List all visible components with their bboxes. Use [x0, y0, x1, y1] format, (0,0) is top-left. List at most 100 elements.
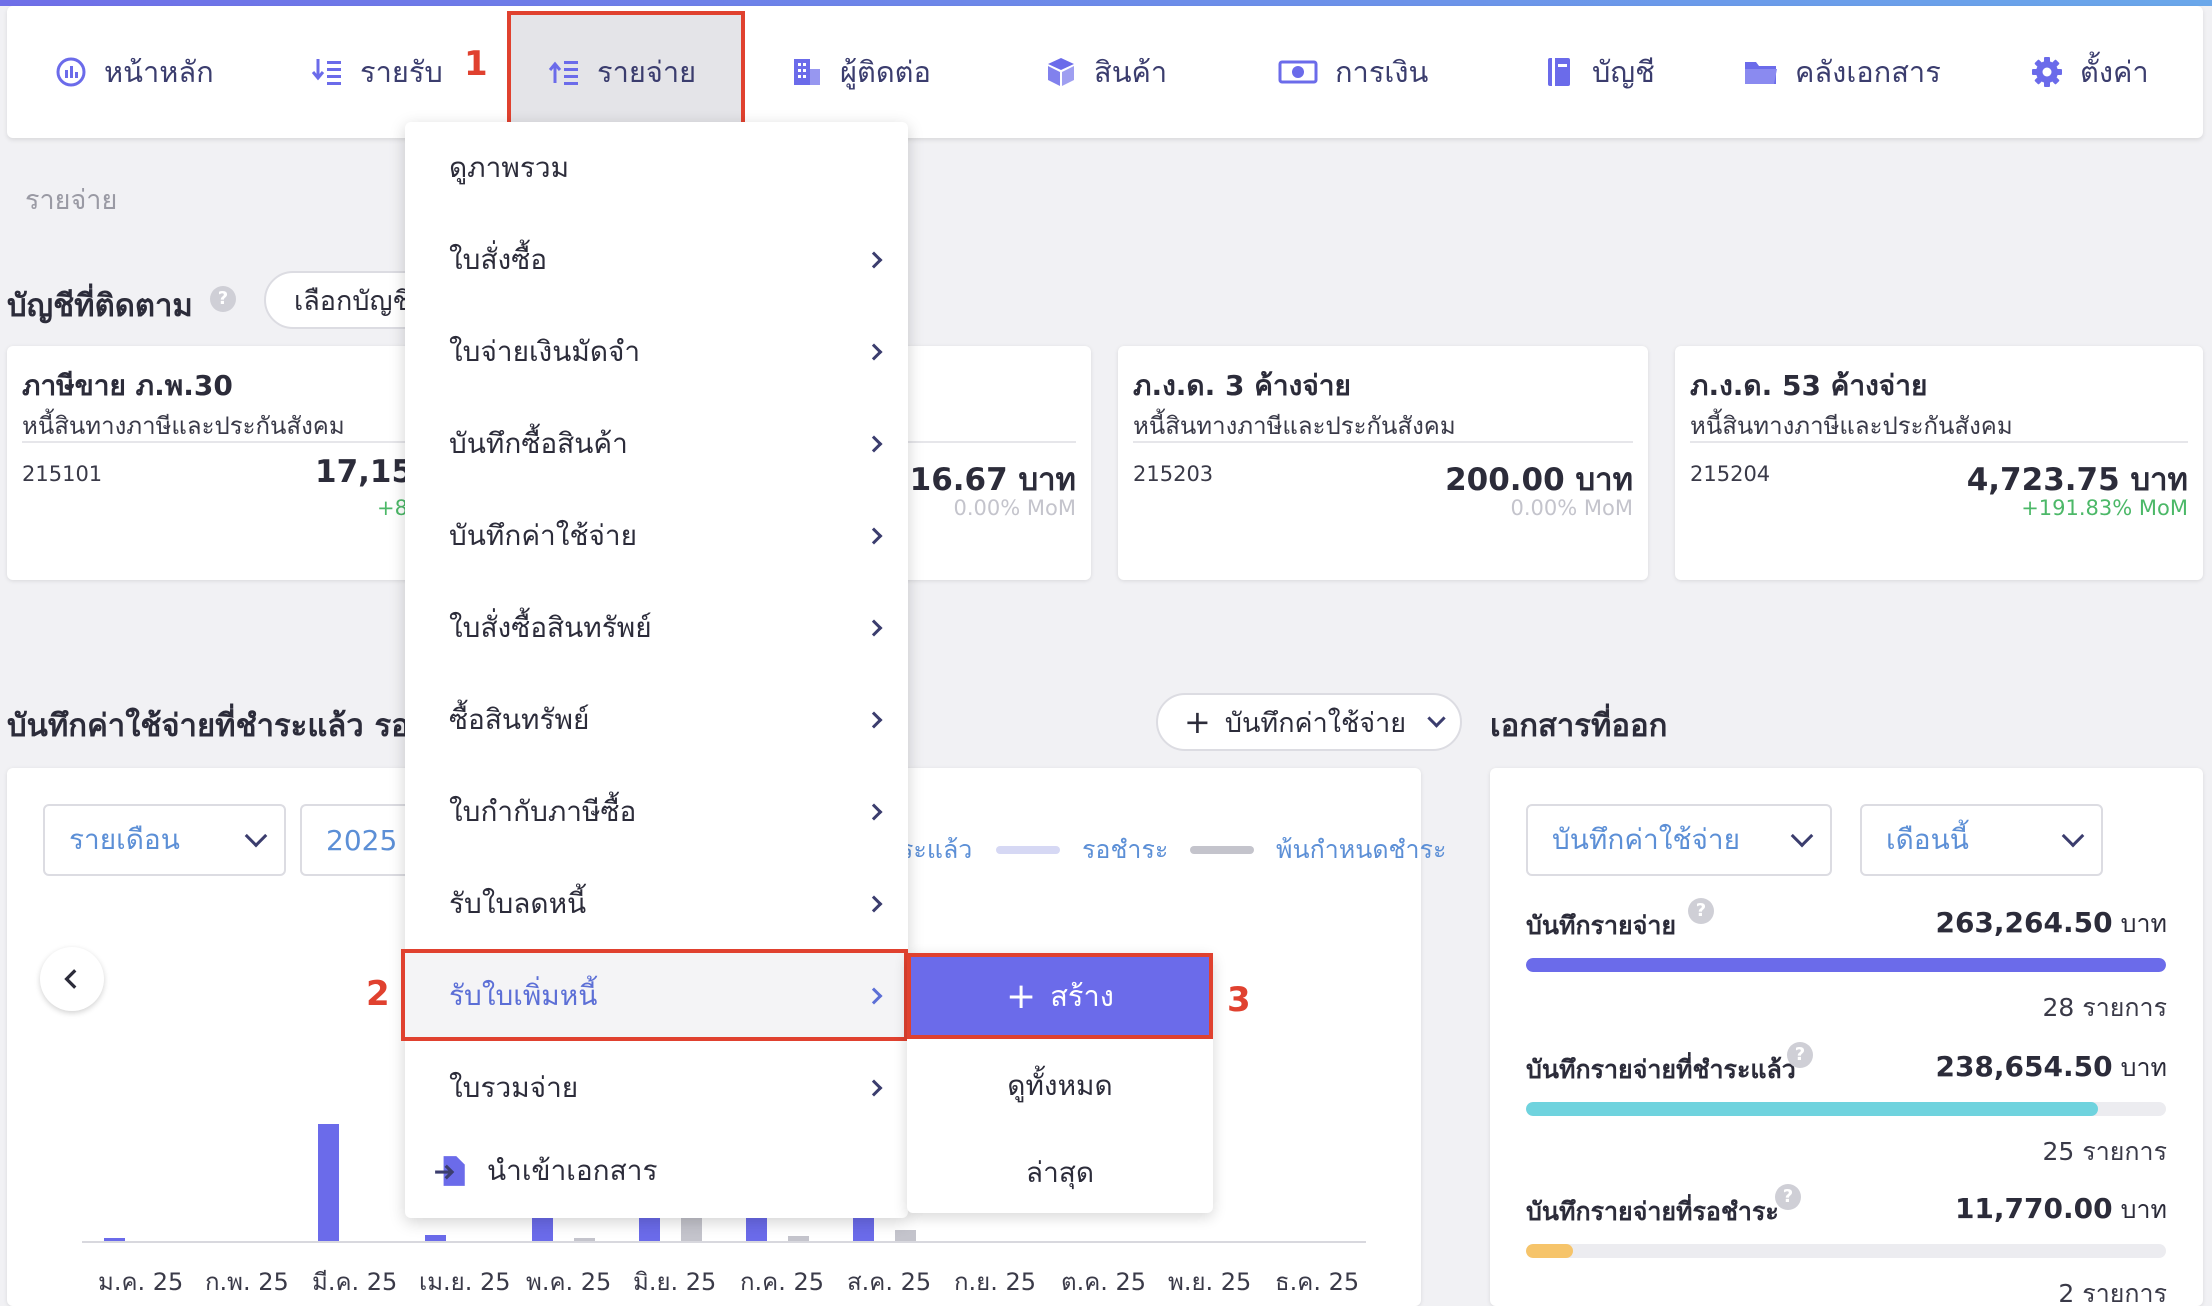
- folder-icon: [1745, 62, 1777, 84]
- account-card[interactable]: ภาษีขาย ภ.พ.30 หนี้สินทางภาษีและประกันสั…: [7, 346, 427, 580]
- latest-item[interactable]: ล่าสุด: [907, 1151, 1213, 1195]
- legend-swatch: [996, 846, 1060, 854]
- stat-progress-fill: [1526, 1102, 2099, 1116]
- menu-item-label: ซื้อสินทรัพย์: [449, 703, 590, 736]
- chart-circle-icon: [56, 57, 86, 87]
- nav-finance[interactable]: การเงิน: [1277, 6, 1428, 138]
- help-icon[interactable]: ?: [210, 286, 236, 312]
- nav-accounting-label: บัญชี: [1592, 55, 1655, 89]
- building-icon: [794, 59, 820, 85]
- nav-documents-label: คลังเอกสาร: [1795, 55, 1941, 89]
- view-all-item[interactable]: ดูทั้งหมด: [907, 1064, 1213, 1108]
- documents-section-title: เอกสารที่ออก: [1490, 708, 1668, 744]
- import-document-label: นำเข้าเอกสาร: [487, 1154, 658, 1187]
- divider: [1690, 441, 2188, 443]
- add-expense-button[interactable]: + บันทึกค่าใช้จ่าย: [1156, 693, 1462, 751]
- menu-item[interactable]: ใบสั่งซื้อสินทรัพย์: [405, 583, 908, 673]
- menu-item[interactable]: ใบรวมจ่าย: [405, 1043, 908, 1133]
- account-code: 215204: [1690, 462, 1771, 486]
- account-category: หนี้สินทางภาษีและประกันสังคม: [1133, 412, 1456, 440]
- menu-item-label: ใบสั่งซื้อ: [449, 243, 548, 276]
- menu-item[interactable]: บันทึกค่าใช้จ่าย: [405, 491, 908, 581]
- menu-item[interactable]: ใบจ่ายเงินมัดจำ: [405, 307, 908, 397]
- nav-income[interactable]: รายรับ: [310, 6, 443, 138]
- chevron-right-icon: [865, 435, 883, 453]
- legend-overdue: พ้นกำหนดชำระ: [1190, 830, 1446, 870]
- chevron-right-icon: [865, 619, 883, 637]
- create-debit-note-button[interactable]: + สร้าง: [907, 953, 1213, 1039]
- chart-bar[interactable]: [104, 1237, 125, 1241]
- import-document-item[interactable]: นำเข้าเอกสาร: [405, 1126, 908, 1216]
- x-tick-label: ก.ย. 25: [954, 1268, 1037, 1296]
- box-icon: [1048, 58, 1074, 86]
- chevron-right-icon: [865, 343, 883, 361]
- menu-item[interactable]: รับใบลดหนี้: [405, 859, 908, 949]
- nav-expense[interactable]: รายจ่าย: [547, 6, 696, 138]
- account-card[interactable]: ภ.ง.ด. 3 ค้างจ่าย หนี้สินทางภาษีและประกั…: [1118, 346, 1648, 580]
- menu-item-label: ใบกำกับภาษีซื้อ: [449, 795, 637, 828]
- year-select[interactable]: 2025: [300, 804, 410, 876]
- chart-bar[interactable]: [425, 1234, 446, 1241]
- nav-accounting[interactable]: บัญชี: [1542, 6, 1655, 138]
- nav-income-label: รายรับ: [360, 55, 443, 89]
- chart-bar[interactable]: [681, 1217, 702, 1241]
- stat-progress-bar: [1526, 958, 2166, 972]
- stat-label: บันทึกรายจ่าย: [1526, 911, 1677, 940]
- help-icon[interactable]: ?: [1775, 1184, 1801, 1210]
- chevron-left-icon: [64, 969, 77, 989]
- account-mom: 0.00% MoM: [953, 496, 1076, 520]
- month-select[interactable]: เดือนนี้: [1860, 804, 2103, 876]
- legend-paid-label: ระแล้ว: [900, 835, 973, 864]
- callout-2: 2: [366, 974, 390, 1014]
- nav-home[interactable]: หน้าหลัก: [54, 6, 214, 138]
- x-tick-label: พ.ย. 25: [1168, 1268, 1252, 1296]
- stat-progress-fill: [1526, 958, 2166, 972]
- menu-item[interactable]: บันทึกซื้อสินค้า: [405, 399, 908, 489]
- period-select[interactable]: รายเดือน: [43, 804, 286, 876]
- legend-swatch: [1190, 846, 1254, 854]
- account-code: 215203: [1133, 462, 1214, 486]
- nav-settings[interactable]: ตั้งค่า: [2030, 6, 2149, 138]
- document-type-select[interactable]: บันทึกค่าใช้จ่าย: [1526, 804, 1832, 876]
- chart-prev-button[interactable]: [40, 947, 104, 1011]
- callout-1: 1: [464, 44, 488, 84]
- chart-bar[interactable]: [788, 1236, 809, 1241]
- nav-products[interactable]: สินค้า: [1044, 6, 1167, 138]
- nav-products-label: สินค้า: [1094, 55, 1168, 89]
- stat-label: บันทึกรายจ่ายที่ชำระแล้ว: [1526, 1055, 1796, 1084]
- nav-contacts[interactable]: ผู้ติดต่อ: [790, 6, 931, 138]
- help-icon[interactable]: ?: [1787, 1042, 1813, 1068]
- create-label: สร้าง: [1050, 979, 1114, 1013]
- account-name: ภ.ง.ด. 3 ค้างจ่าย: [1133, 369, 1351, 402]
- menu-item-label: ใบจ่ายเงินมัดจำ: [449, 335, 641, 368]
- stat-count: 25 รายการ: [2042, 1137, 2167, 1166]
- menu-item[interactable]: ใบสั่งซื้อ: [405, 215, 908, 305]
- chevron-down-icon: [1790, 824, 1814, 848]
- chart-bar[interactable]: [318, 1124, 339, 1241]
- x-tick-label: ธ.ค. 25: [1275, 1268, 1360, 1296]
- nav-finance-label: การเงิน: [1335, 55, 1429, 89]
- period-select-value: รายเดือน: [69, 823, 180, 856]
- nav-documents[interactable]: คลังเอกสาร: [1743, 6, 1941, 138]
- chart-bar[interactable]: [895, 1229, 916, 1241]
- account-card[interactable]: ภ.ง.ด. 53 ค้างจ่าย หนี้สินทางภาษีและประก…: [1675, 346, 2203, 580]
- help-icon[interactable]: ?: [1688, 898, 1714, 924]
- menu-item-label: บันทึกซื้อสินค้า: [449, 427, 628, 460]
- chevron-down-icon: [2061, 824, 2085, 848]
- import-document-item[interactable]: [405, 1248, 908, 1306]
- expenses-section-title: บันทึกค่าใช้จ่ายที่ชำระแล้ว รอชำ: [7, 708, 407, 744]
- menu-item[interactable]: ใบกำกับภาษีซื้อ: [405, 767, 908, 857]
- x-tick-label: ม.ค. 25: [98, 1268, 184, 1296]
- chart-x-axis: [82, 1241, 1366, 1243]
- chart-bar[interactable]: [574, 1238, 595, 1241]
- income-list-icon: [311, 59, 341, 85]
- menu-item[interactable]: ดูภาพรวม: [405, 123, 908, 213]
- legend-pending: รอชำระ: [996, 830, 1168, 870]
- account-mom: 0.00% MoM: [1510, 496, 1633, 520]
- year-select-value: 2025: [326, 823, 398, 857]
- nav-expense-label: รายจ่าย: [597, 55, 697, 89]
- menu-item[interactable]: ซื้อสินทรัพย์: [405, 675, 908, 765]
- menu-item-label: ใบรวมจ่าย: [449, 1071, 579, 1104]
- tracked-accounts-title: บัญชีที่ติดตาม: [7, 288, 193, 324]
- menu-item-label: ดูภาพรวม: [449, 151, 570, 184]
